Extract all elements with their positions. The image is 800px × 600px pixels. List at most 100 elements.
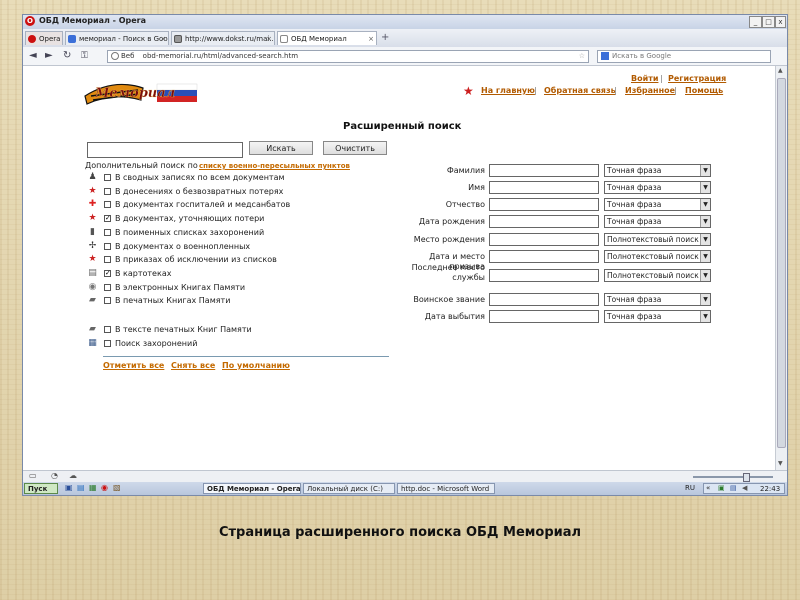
quicklaunch-icon[interactable]: ◉	[101, 483, 108, 492]
match-mode-select[interactable]: Полнотекстовый поиск ▼	[604, 233, 711, 246]
match-mode-select[interactable]: Точная фраза ▼	[604, 181, 711, 194]
field-input[interactable]	[489, 310, 599, 323]
source-checkbox[interactable]	[104, 187, 111, 195]
source-checkbox[interactable]	[104, 297, 111, 305]
source-checkbox[interactable]	[104, 326, 111, 333]
field-input[interactable]	[489, 293, 599, 306]
dropdown-arrow-icon[interactable]: ▼	[700, 165, 710, 176]
source-checkbox[interactable]	[104, 242, 111, 250]
clear-button[interactable]: Очистить	[323, 141, 387, 155]
match-mode-select[interactable]: Точная фраза ▼	[604, 310, 711, 323]
dropdown-arrow-icon[interactable]: ▼	[700, 234, 710, 245]
tab-close-icon[interactable]: ×	[368, 32, 374, 45]
tray-expand-icon[interactable]: «	[706, 484, 710, 492]
source-checkbox[interactable]: ✓	[104, 215, 111, 223]
scroll-up-icon[interactable]: ▲	[778, 67, 783, 74]
memorial-logo[interactable]: Мемориал	[83, 76, 203, 108]
tab-label: http://www.dokst.ru/mai...	[185, 35, 275, 43]
dropdown-arrow-icon[interactable]: ▼	[700, 216, 710, 227]
slide-caption: Страница расширенного поиска ОБД Мемориа…	[218, 525, 582, 540]
zoom-slider-thumb[interactable]	[743, 473, 750, 482]
source-checkbox[interactable]	[104, 256, 111, 264]
tab-opera-menu[interactable]: Opera	[25, 31, 63, 45]
field-label: Фамилия	[446, 166, 485, 175]
dropdown-arrow-icon[interactable]: ▼	[700, 311, 710, 322]
panel-toggle-icon[interactable]: ▭	[29, 471, 37, 480]
field-input[interactable]	[489, 233, 599, 246]
default-link[interactable]: По умолчанию	[222, 361, 290, 370]
dropdown-arrow-icon[interactable]: ▼	[700, 251, 710, 262]
bookmark-star-icon[interactable]: ☆	[579, 51, 585, 62]
vertical-scrollbar[interactable]: ▲ ▼	[775, 66, 787, 470]
match-mode-select[interactable]: Точная фраза ▼	[604, 198, 711, 211]
help-link[interactable]: Помощь	[685, 86, 723, 95]
tab-close-icon[interactable]: ×	[266, 32, 272, 45]
login-link[interactable]: Войти	[631, 74, 658, 83]
language-indicator[interactable]: RU	[685, 484, 695, 492]
turbo-icon[interactable]: ☁	[69, 471, 77, 480]
zoom-slider[interactable]	[693, 476, 773, 478]
web-search-field[interactable]: Искать в Google	[597, 50, 771, 63]
mark-all-link[interactable]: Отметить все	[103, 361, 164, 370]
source-checkbox[interactable]	[104, 201, 111, 209]
tray-icon[interactable]: ▤	[730, 484, 737, 492]
match-mode-select[interactable]: Точная фраза ▼	[604, 293, 711, 306]
quicklaunch-icon[interactable]: ▤	[77, 483, 85, 492]
dropdown-arrow-icon[interactable]: ▼	[700, 270, 710, 281]
home-link[interactable]: На главную	[481, 86, 535, 95]
taskbar-local-disk[interactable]: Локальный диск (C:)	[303, 483, 395, 494]
source-checkbox[interactable]: ✓	[104, 269, 111, 277]
field-label: Место рождения	[413, 235, 485, 244]
match-mode-select[interactable]: Точная фраза ▼	[604, 215, 711, 228]
source-checkbox[interactable]	[104, 340, 111, 347]
field-input[interactable]	[489, 250, 599, 263]
field-input[interactable]	[489, 164, 599, 177]
new-tab-icon[interactable]: +	[381, 32, 389, 43]
source-checkbox[interactable]	[104, 283, 111, 291]
dropdown-arrow-icon[interactable]: ▼	[700, 199, 710, 210]
taskbar-word[interactable]: http.doc - Microsoft Word	[397, 483, 495, 494]
taskbar-opera[interactable]: ОБД Мемориал - Opera	[203, 483, 301, 494]
match-mode-select[interactable]: Полнотекстовый поиск ▼	[604, 250, 711, 263]
key-icon[interactable]: ⚿	[81, 49, 88, 63]
dropdown-arrow-icon[interactable]: ▼	[700, 294, 710, 305]
feedback-link[interactable]: Обратная связь	[544, 86, 616, 95]
scrollbar-thumb[interactable]	[777, 78, 786, 448]
back-button[interactable]: ◄	[29, 49, 37, 63]
tab-google-search[interactable]: мемориал - Поиск в Goo... ×	[65, 31, 169, 45]
match-mode-select[interactable]: Точная фраза ▼	[604, 164, 711, 177]
quicklaunch-icon[interactable]: ▣	[65, 483, 73, 492]
maximize-button[interactable]: □	[762, 16, 775, 28]
volume-icon[interactable]: ◀	[742, 484, 747, 492]
scroll-down-icon[interactable]: ▼	[778, 460, 783, 467]
dropdown-arrow-icon[interactable]: ▼	[700, 182, 710, 193]
search-button[interactable]: Искать	[249, 141, 313, 155]
source-checkbox[interactable]	[104, 174, 111, 181]
speed-dial-icon[interactable]: ◔	[51, 471, 58, 480]
close-button[interactable]: x	[775, 16, 786, 28]
minimize-button[interactable]: _	[749, 16, 762, 28]
field-input[interactable]	[489, 181, 599, 194]
transit-points-link[interactable]: списку военно-пересыльных пунктов	[199, 162, 350, 170]
tab-obd-memorial[interactable]: ОБД Мемориал ×	[277, 31, 377, 45]
clear-all-link[interactable]: Снять все	[171, 361, 215, 370]
start-button[interactable]: Пуск	[24, 483, 58, 494]
source-label: В документах о военнопленных	[115, 241, 251, 251]
url-field[interactable]: Веб obd-memorial.ru/html/advanced-search…	[107, 50, 589, 63]
quicklaunch-icon[interactable]: ▧	[113, 483, 121, 492]
quicklaunch-icon[interactable]: ▦	[89, 483, 97, 492]
match-mode-select[interactable]: Полнотекстовый поиск ▼	[604, 269, 711, 282]
favorites-link[interactable]: Избранное	[625, 86, 675, 95]
field-input[interactable]	[489, 215, 599, 228]
source-checkbox[interactable]	[104, 228, 111, 236]
field-input[interactable]	[489, 269, 599, 282]
register-link[interactable]: Регистрация	[668, 74, 726, 83]
tab-close-icon[interactable]: ×	[160, 32, 166, 45]
reload-button[interactable]: ↻	[63, 49, 71, 63]
main-search-input[interactable]	[87, 142, 243, 158]
forward-button[interactable]: ►	[45, 49, 53, 63]
tab-dokst[interactable]: http://www.dokst.ru/mai... ×	[171, 31, 275, 45]
field-input[interactable]	[489, 198, 599, 211]
opera-logo-icon: O	[25, 16, 35, 26]
tray-icon[interactable]: ▣	[718, 484, 725, 492]
